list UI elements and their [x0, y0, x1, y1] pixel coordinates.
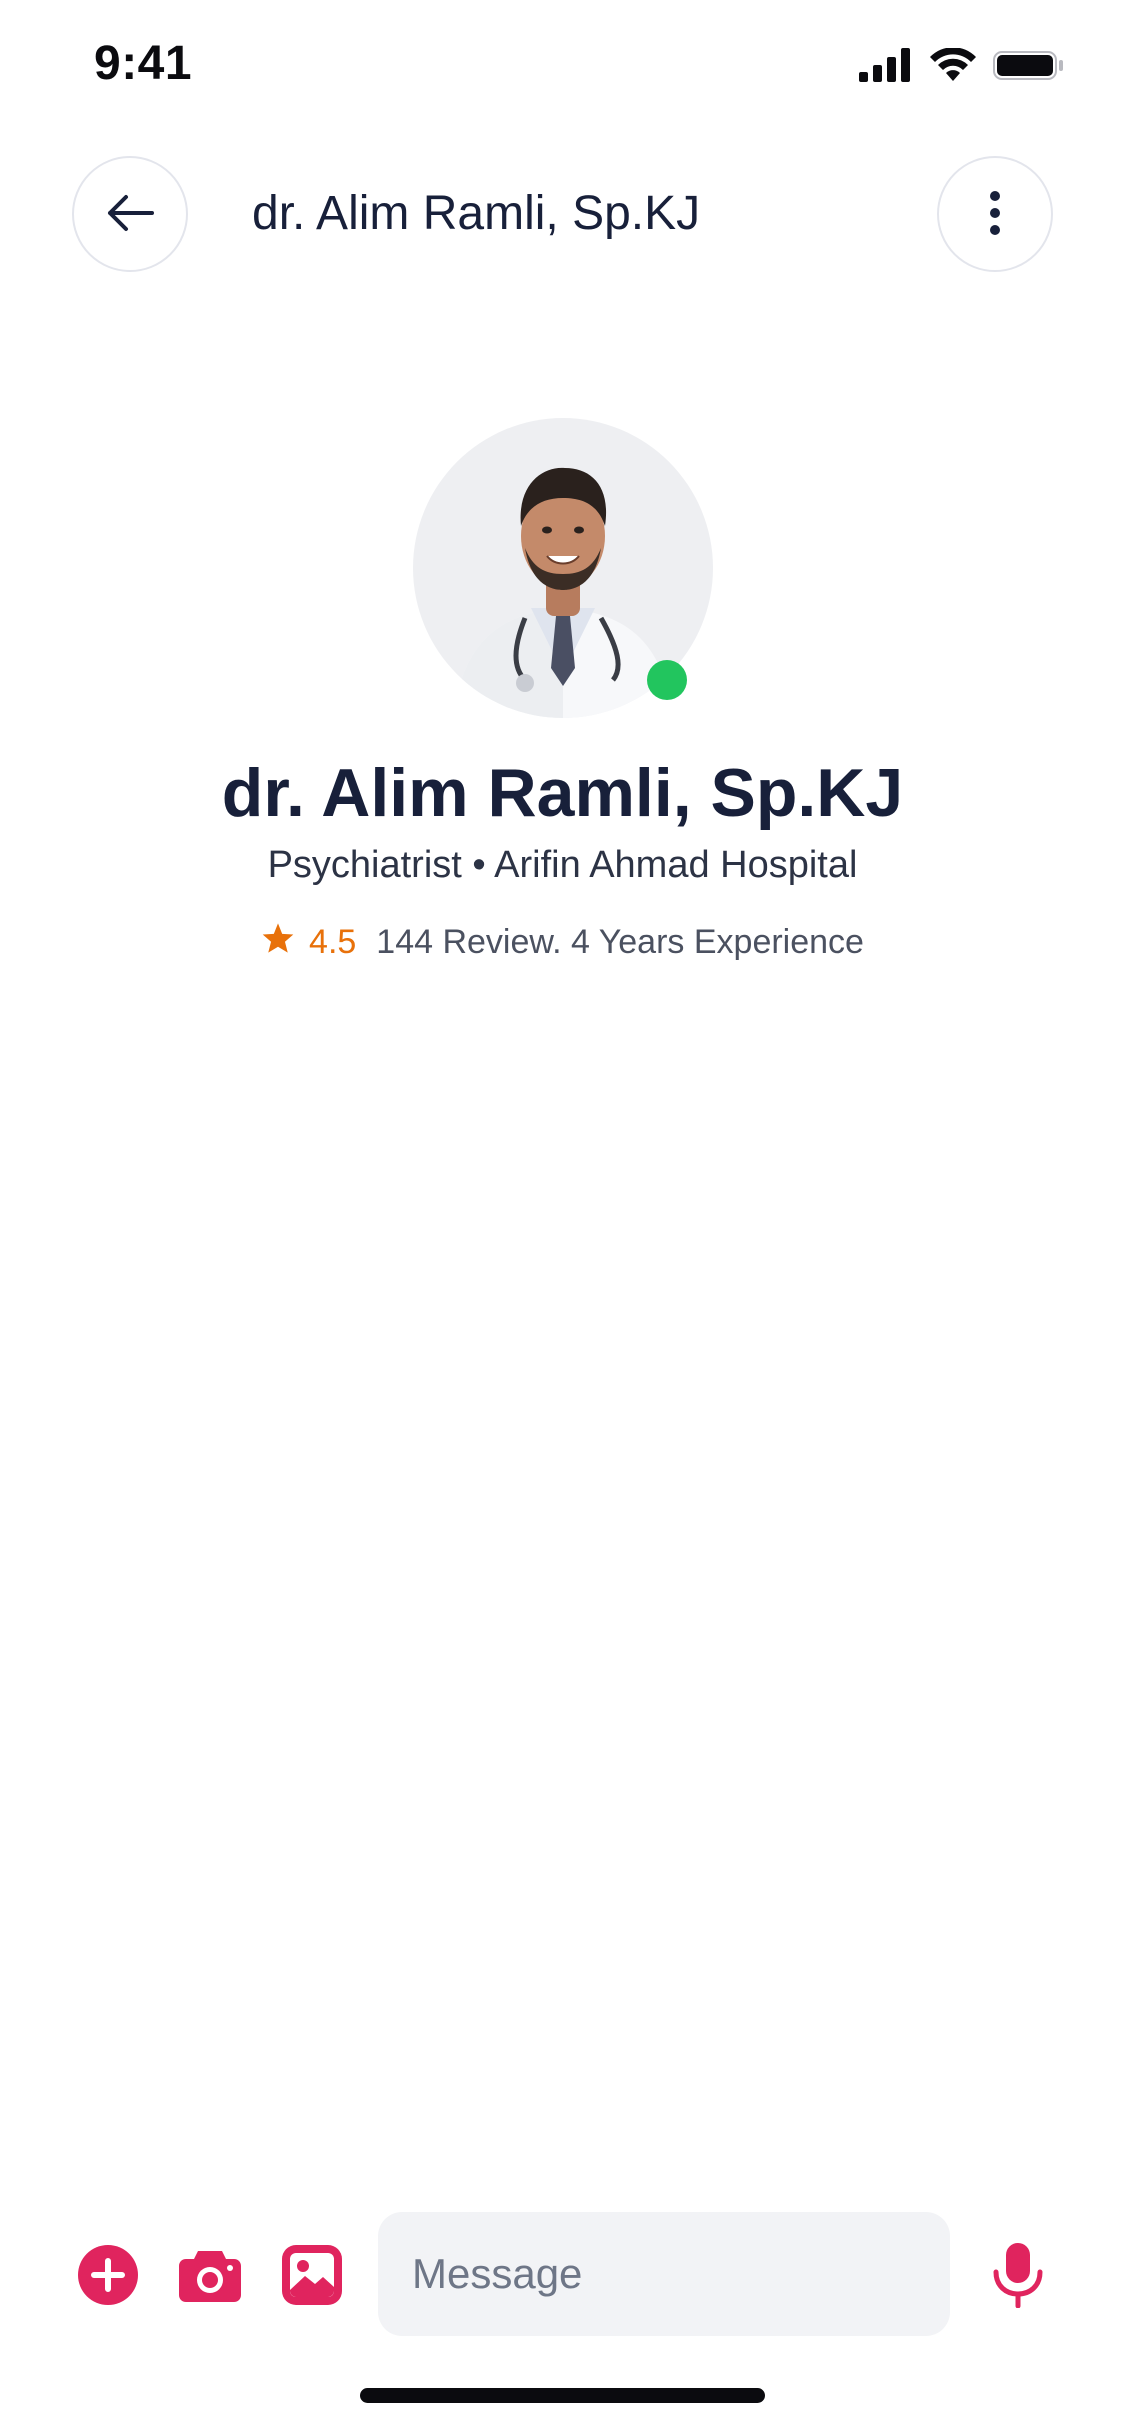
message-input[interactable] — [378, 2212, 950, 2336]
back-button[interactable] — [72, 156, 188, 272]
microphone-icon — [990, 2242, 1046, 2311]
add-attachment-button[interactable] — [76, 2244, 140, 2308]
rating-row: 4.5 144 Review. 4 Years Experience — [0, 922, 1125, 963]
status-time: 9:41 — [94, 37, 193, 90]
doctor-name: dr. Alim Ramli, Sp.KJ — [221, 755, 904, 831]
battery-icon — [993, 48, 1065, 87]
status-icons — [859, 47, 1065, 87]
doctor-specialty-hospital: Psychiatrist • Arifin Ahmad Hospital — [267, 843, 858, 886]
online-status-indicator — [646, 660, 687, 700]
message-composer — [0, 2212, 1125, 2336]
chat-header: dr. Alim Ramli, Sp.KJ — [0, 156, 1125, 276]
doctor-profile: dr. Alim Ramli, Sp.KJ Psychiatrist • Ari… — [0, 418, 1125, 963]
plus-circle-icon — [77, 2244, 139, 2309]
voice-message-button[interactable] — [986, 2240, 1050, 2312]
home-indicator — [360, 2388, 765, 2403]
gallery-button[interactable] — [280, 2244, 344, 2308]
cellular-signal-icon — [859, 48, 913, 87]
more-options-button[interactable] — [937, 156, 1053, 272]
image-icon — [281, 2244, 343, 2309]
star-icon — [261, 922, 295, 963]
rating-value: 4.5 — [309, 923, 357, 962]
wifi-icon — [929, 47, 977, 87]
review-experience-text: 144 Review. 4 Years Experience — [376, 923, 864, 962]
more-vertical-icon — [989, 190, 1001, 238]
avatar-container — [412, 418, 713, 718]
status-bar: 9:41 — [0, 0, 1125, 132]
arrow-left-icon — [104, 193, 156, 236]
header-title: dr. Alim Ramli, Sp.KJ — [252, 187, 701, 240]
camera-icon — [178, 2247, 242, 2306]
camera-button[interactable] — [178, 2244, 242, 2308]
